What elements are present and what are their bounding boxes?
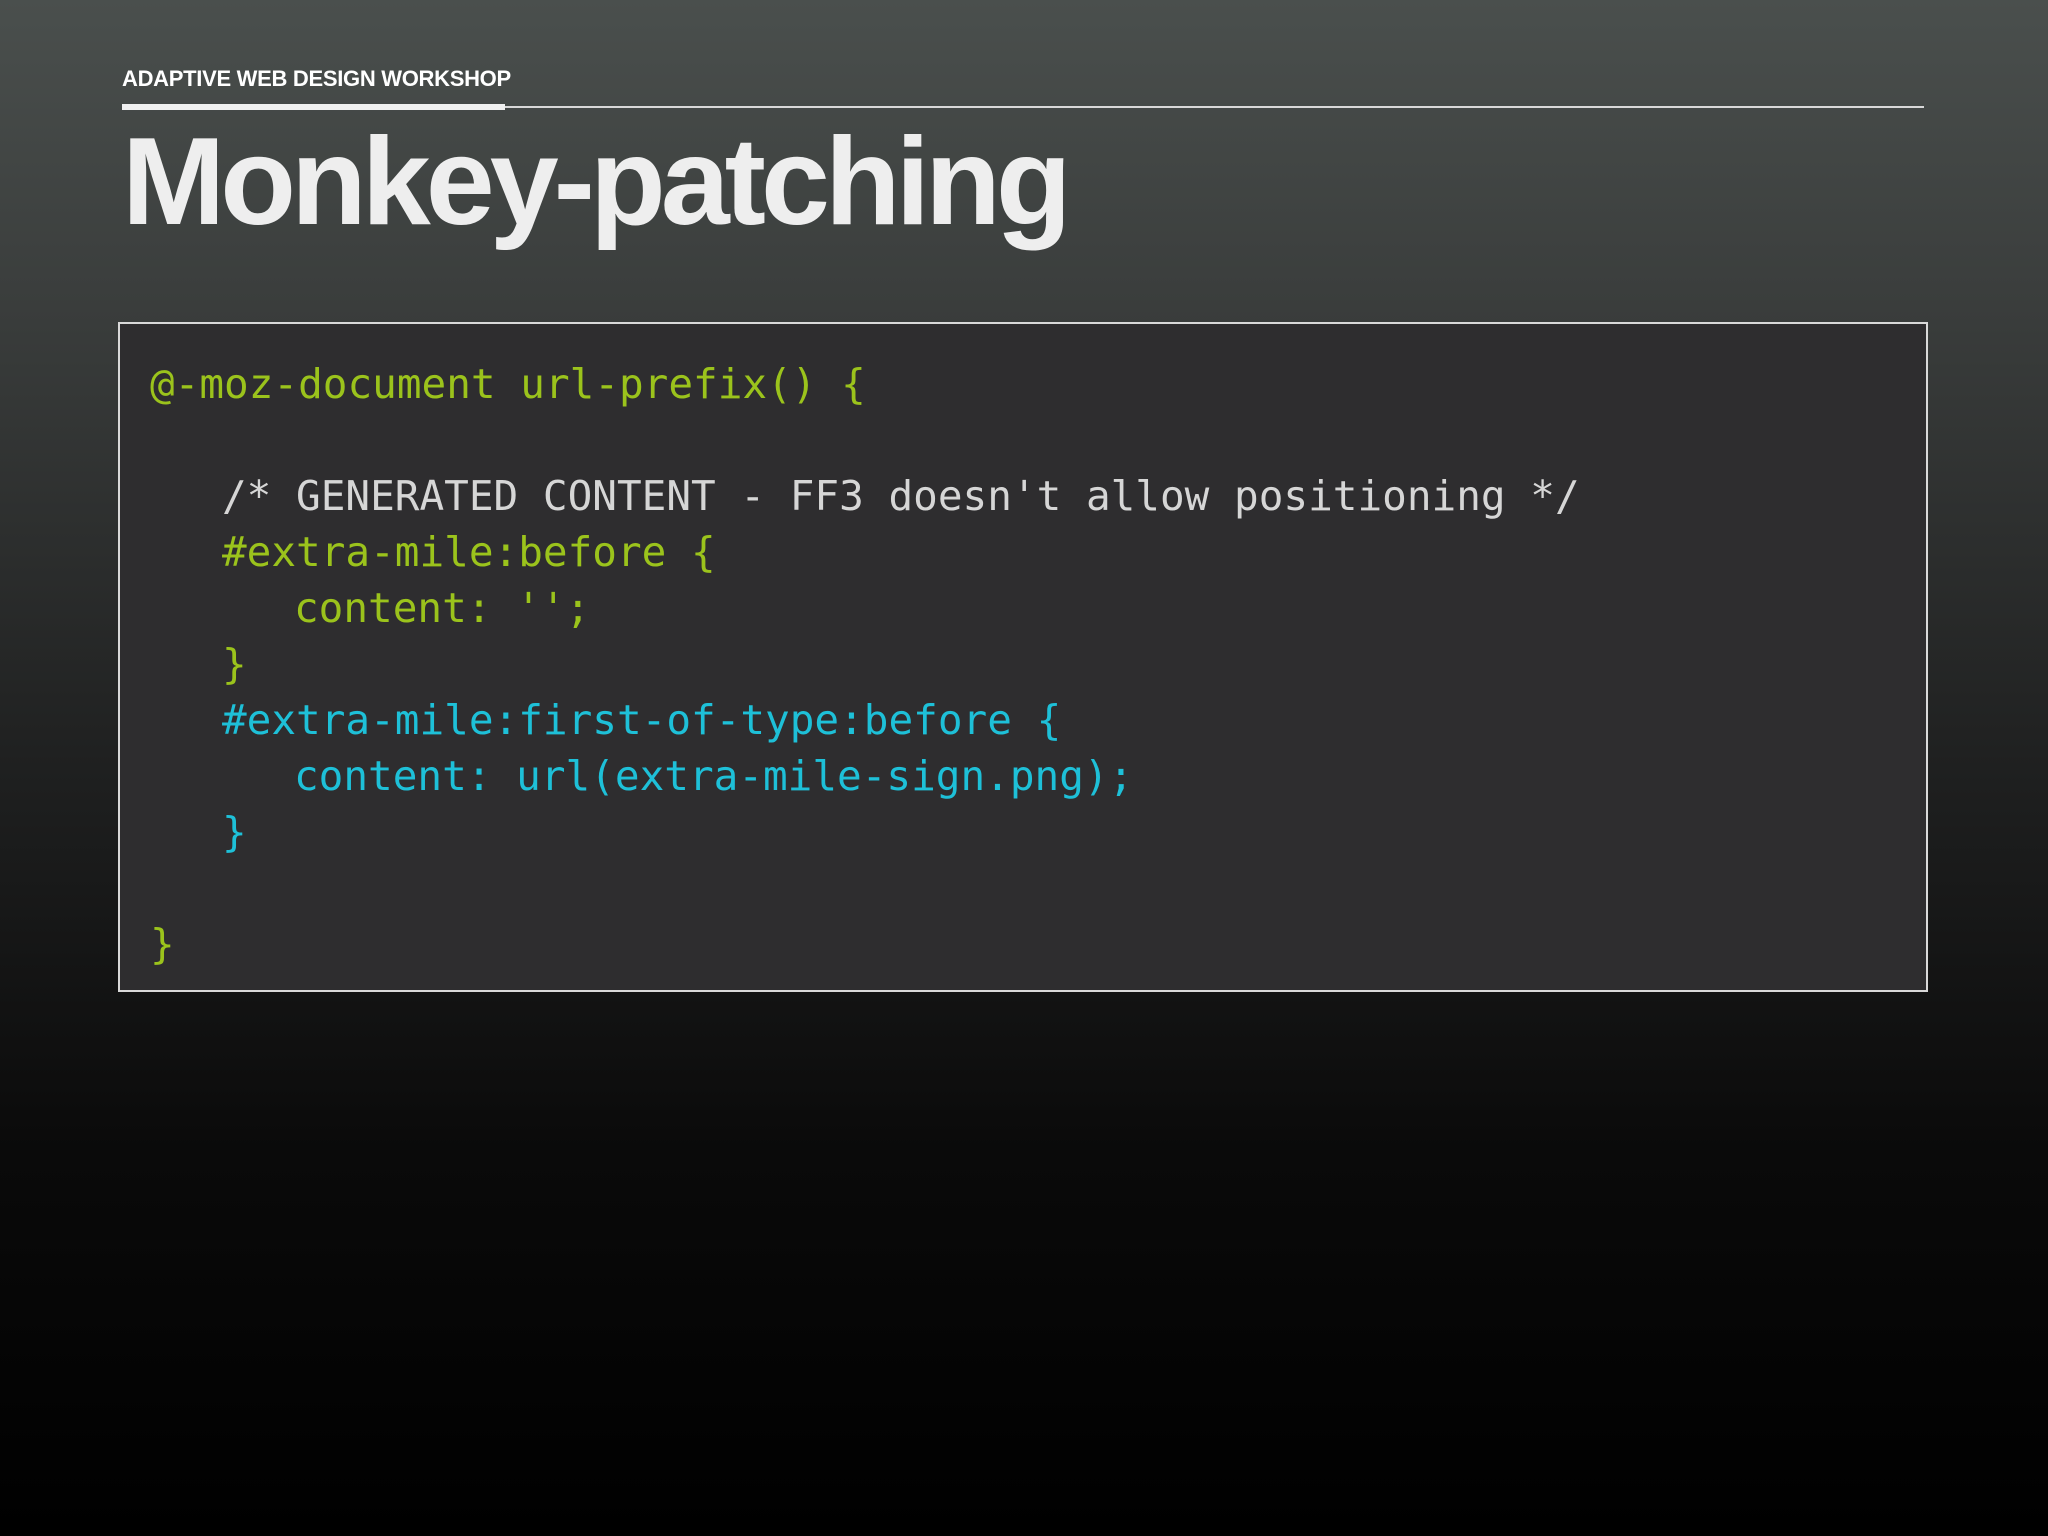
code-line-close-brace-1: }	[222, 640, 247, 688]
code-line-selector-before: #extra-mile:before {	[222, 528, 716, 576]
code-line-close-brace-outer: }	[150, 920, 175, 968]
code-line-content-url: content: url(extra-mile-sign.png);	[294, 752, 1134, 800]
code-line-selector-first-of-type: #extra-mile:first-of-type:before {	[222, 696, 1062, 744]
slide-title: Monkey-patching	[122, 113, 1072, 251]
workshop-label: ADAPTIVE WEB DESIGN WORKSHOP	[122, 66, 511, 91]
code-line-1: @-moz-document url-prefix() {	[150, 360, 866, 408]
slide-header: ADAPTIVE WEB DESIGN WORKSHOP	[122, 66, 1924, 110]
code-line-comment: /* GENERATED CONTENT - FF3 doesn't allow…	[222, 472, 1580, 520]
header-divider-accent	[122, 104, 505, 110]
code-line-content-empty: content: '';	[294, 584, 591, 632]
code-line-close-brace-2: }	[222, 808, 247, 856]
code-block: @-moz-document url-prefix() { /* GENERAT…	[118, 322, 1928, 992]
